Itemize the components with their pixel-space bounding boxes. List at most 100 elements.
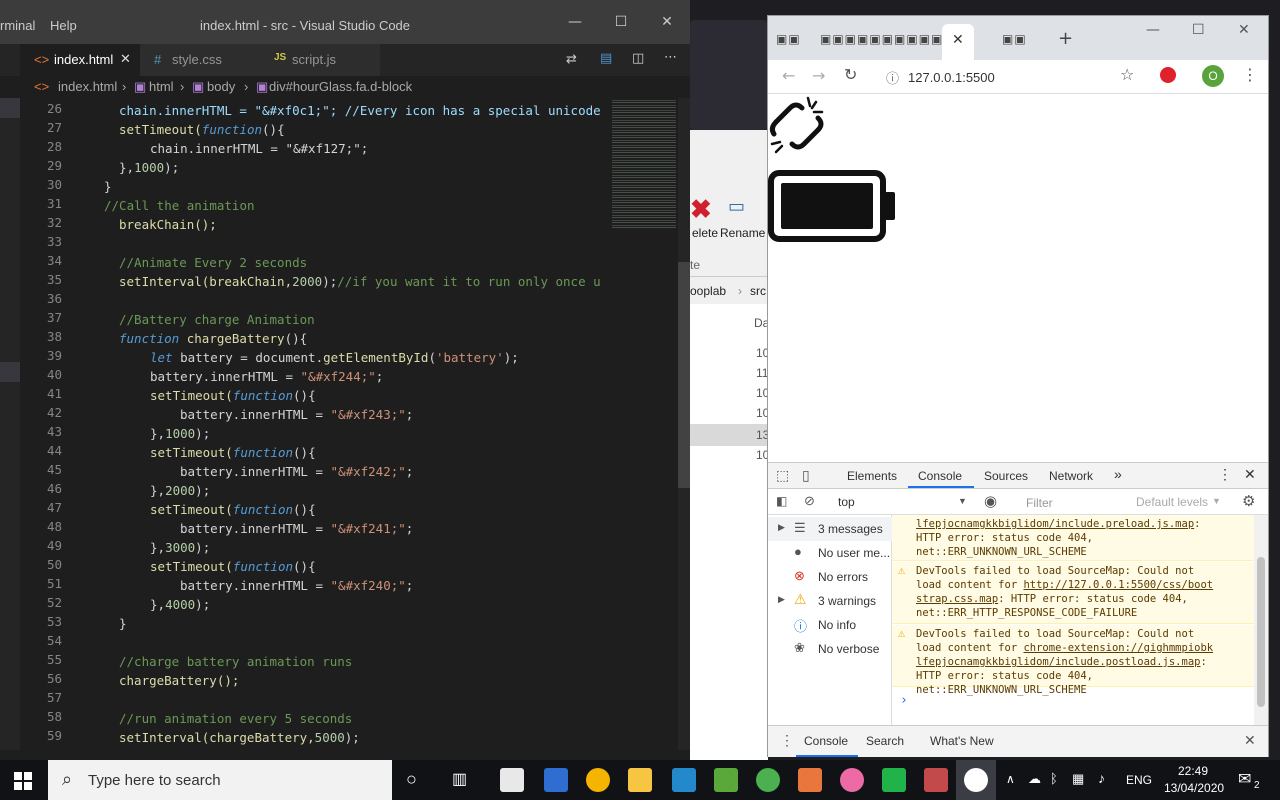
cortana-icon[interactable]: ○ — [406, 769, 417, 790]
tab-style-css[interactable]: # style.css — [140, 44, 260, 76]
console-warning[interactable]: ⚠ DevTools failed to load SourceMap: Cou… — [892, 625, 1254, 696]
gamepad-app-icon[interactable] — [964, 768, 988, 792]
breadcrumb-item[interactable]: div#hourGlass.fa.d-block — [269, 79, 412, 94]
drawer-tab-search[interactable]: Search — [866, 734, 904, 748]
xampp-app-icon[interactable] — [798, 768, 822, 792]
tab-favicons[interactable]: ▣▣ — [776, 32, 801, 46]
eye-icon[interactable]: ◉ — [984, 492, 997, 510]
chrome-app-icon[interactable] — [586, 768, 610, 792]
context-selector[interactable]: top — [838, 495, 855, 509]
scrollbar-thumb[interactable] — [1257, 557, 1265, 707]
console-warning[interactable]: lfepjocnamgkkbiglidom/include.preload.js… — [892, 515, 1254, 561]
source-control-icon[interactable]: ⇄ — [566, 52, 577, 67]
forward-icon[interactable]: → — [812, 66, 825, 85]
sidebar-item-user-messages[interactable]: ● No user me... — [768, 541, 892, 565]
scrollbar-thumb[interactable] — [678, 262, 690, 488]
close-icon[interactable]: ✕ — [644, 14, 690, 30]
more-actions-icon[interactable]: ⋯ — [664, 50, 677, 65]
volume-icon[interactable]: ♪ — [1098, 770, 1105, 786]
menu-terminal[interactable]: rminal — [0, 18, 35, 33]
tab-index-html[interactable]: <> index.html ✕ — [20, 44, 140, 76]
delete-icon[interactable]: ✖ — [690, 194, 712, 225]
split-editor-icon[interactable]: ◫ — [632, 51, 644, 66]
vscode-app-icon[interactable] — [672, 768, 696, 792]
close-tab-icon[interactable]: ✕ — [120, 51, 131, 67]
sidebar-item-info[interactable]: ⓘ No info — [768, 613, 892, 637]
clear-console-icon[interactable]: ⊘ — [804, 493, 815, 509]
path-segment[interactable]: src — [750, 284, 766, 298]
drawer-tab-whats-new[interactable]: What's New — [930, 734, 994, 748]
console-output[interactable]: lfepjocnamgkkbiglidom/include.preload.js… — [892, 515, 1254, 725]
breadcrumb-item[interactable]: body — [207, 79, 235, 94]
notifications-icon[interactable]: ✉ — [1238, 769, 1251, 789]
windows-start-icon[interactable] — [14, 772, 32, 790]
android-app-icon[interactable] — [756, 768, 780, 792]
console-warning[interactable]: ⚠ DevTools failed to load SourceMap: Cou… — [892, 562, 1254, 624]
breadcrumb-item[interactable]: html — [149, 79, 174, 94]
network-icon[interactable]: ▦ — [1072, 771, 1084, 787]
close-devtools-icon[interactable]: ✕ — [1244, 466, 1256, 483]
tab-script-js[interactable]: JS script.js — [260, 44, 380, 76]
path-segment[interactable]: ooplab — [690, 284, 726, 298]
maximize-icon[interactable]: ☐ — [1192, 22, 1205, 38]
reload-icon[interactable]: ↻ — [844, 65, 857, 84]
maximize-icon[interactable]: ☐ — [598, 14, 644, 30]
back-icon[interactable]: ← — [782, 66, 795, 85]
cloud-icon[interactable]: ☁ — [1028, 771, 1041, 787]
delete-label[interactable]: elete — [692, 226, 718, 240]
language-indicator[interactable]: ENG — [1126, 773, 1152, 787]
log-levels-select[interactable]: Default levels — [1136, 495, 1208, 509]
drawer-tab-console[interactable]: Console — [804, 734, 848, 748]
rename-label[interactable]: Rename — [720, 226, 765, 240]
minimap[interactable] — [610, 98, 678, 750]
device-toolbar-icon[interactable]: ▯ — [802, 467, 810, 484]
devtools-menu-icon[interactable]: ⋮ — [1218, 466, 1232, 483]
nodejs-app-icon[interactable] — [714, 768, 738, 792]
close-tab-icon[interactable]: ✕ — [952, 32, 964, 48]
profile-avatar[interactable]: O — [1202, 65, 1224, 87]
address-bar[interactable]: ⓘ 127.0.0.1:5500 — [876, 65, 1136, 89]
sidebar-item-messages[interactable]: ▶ ☰ 3 messages — [768, 517, 892, 541]
editor-scrollbar[interactable] — [678, 98, 690, 750]
more-tabs-icon[interactable]: » — [1114, 466, 1122, 482]
sidebar-item-warnings[interactable]: ▶ ⚠ 3 warnings — [768, 589, 892, 613]
sidebar-item-verbose[interactable]: ❀ No verbose — [768, 637, 892, 661]
code-editor[interactable]: chain.innerHTML = "&#xf0c1;"; //Every ic… — [90, 98, 610, 750]
sidebar-item-errors[interactable]: ⊗ No errors — [768, 565, 892, 589]
tab-console[interactable]: Console — [918, 469, 962, 483]
active-tab[interactable]: ✕ — [942, 24, 974, 60]
taskbar-search-box[interactable]: ⌕ Type here to search — [48, 760, 392, 800]
site-info-icon[interactable]: ⓘ — [886, 68, 899, 87]
tab-sources[interactable]: Sources — [984, 469, 1028, 483]
clock-date[interactable]: 13/04/2020 — [1164, 781, 1224, 795]
open-preview-icon[interactable]: ▤ — [600, 51, 612, 66]
music-app-icon[interactable] — [840, 768, 864, 792]
adblock-extension-icon[interactable] — [1160, 67, 1176, 83]
new-tab-icon[interactable]: + — [1058, 28, 1073, 49]
inspect-element-icon[interactable]: ⬚ — [776, 467, 789, 484]
app-icon[interactable] — [924, 768, 948, 792]
bluetooth-icon[interactable]: ᛒ — [1050, 771, 1058, 786]
menu-kebab-icon[interactable]: ⋮ — [1242, 65, 1258, 84]
minimize-icon[interactable]: — — [1146, 22, 1160, 38]
minimize-icon[interactable]: — — [552, 14, 598, 30]
console-prompt-icon[interactable]: › — [900, 693, 908, 708]
settings-gear-icon[interactable]: ⚙ — [1242, 492, 1255, 510]
file-explorer-app-icon[interactable] — [628, 768, 652, 792]
tab-elements[interactable]: Elements — [847, 469, 897, 483]
close-drawer-icon[interactable]: ✕ — [1244, 732, 1256, 749]
menu-help[interactable]: Help — [50, 18, 77, 33]
tab-favicons[interactable]: ▣▣ — [1002, 32, 1027, 46]
filter-input[interactable]: Filter — [1018, 492, 1128, 512]
drawer-menu-icon[interactable]: ⋮ — [780, 732, 794, 749]
tab-network[interactable]: Network — [1049, 469, 1093, 483]
sidebar-toggle-icon[interactable]: ◧ — [776, 494, 787, 508]
chevron-down-icon[interactable]: ▼ — [958, 496, 967, 506]
active-app-highlight[interactable] — [956, 760, 996, 800]
console-scrollbar[interactable] — [1254, 515, 1268, 725]
close-window-icon[interactable]: ✕ — [1238, 22, 1250, 38]
bookmark-star-icon[interactable]: ☆ — [1120, 65, 1134, 84]
expand-arrow-icon[interactable]: ▶ — [778, 522, 785, 533]
task-view-icon[interactable]: ▥ — [452, 769, 467, 789]
expand-arrow-icon[interactable]: ▶ — [778, 594, 785, 605]
